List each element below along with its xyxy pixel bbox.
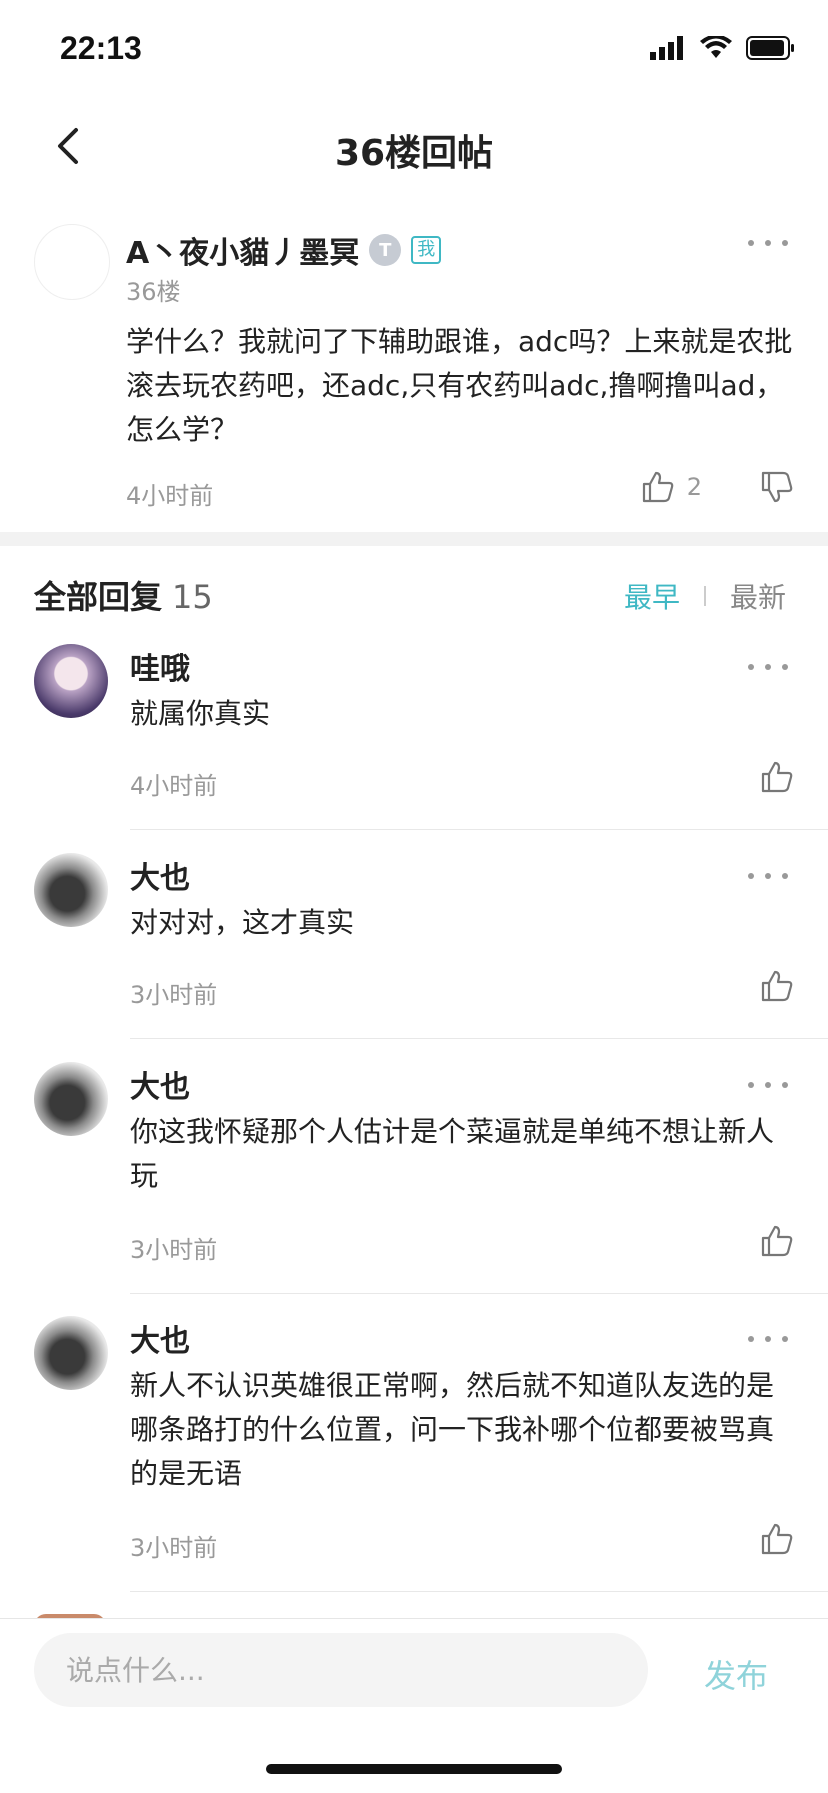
reply-author[interactable]: 哇哦 — [130, 644, 190, 688]
thumbs-up-icon — [761, 970, 793, 1002]
reply-author[interactable]: 大也 — [130, 1316, 190, 1360]
dot-icon — [765, 1082, 771, 1088]
more-options-button[interactable] — [748, 861, 788, 891]
reply-time: 4小时前 — [130, 772, 218, 800]
reply-author[interactable]: 大也 — [130, 853, 190, 897]
thumbs-down-icon — [761, 471, 793, 503]
avatar[interactable] — [34, 224, 110, 300]
more-options-button[interactable] — [748, 1324, 788, 1354]
like-button[interactable] — [760, 1224, 794, 1262]
replies-count: 15 — [172, 578, 213, 616]
reply-time: 3小时前 — [130, 1534, 218, 1562]
status-time: 22:13 — [60, 30, 142, 66]
sort-group: 最早 最新 — [624, 576, 786, 616]
author-row: A丶夜小貓丿墨冥 T 我 — [126, 228, 442, 272]
post-time: 4小时前 — [126, 482, 214, 510]
thumbs-up-icon — [761, 761, 793, 793]
dot-icon — [765, 240, 771, 246]
sort-earliest-tab[interactable]: 最早 — [624, 576, 680, 616]
dot-icon — [748, 240, 754, 246]
status-icons — [650, 36, 796, 60]
reply-content: 对对对，这才真实 — [130, 906, 355, 939]
author-name[interactable]: A丶夜小貓丿墨冥 — [126, 228, 359, 272]
like-button[interactable] — [760, 969, 794, 1007]
reply-item: 大也 对对对，这才真实 3小时前 — [0, 853, 828, 1039]
thumbs-up-icon — [761, 1225, 793, 1257]
reply-time: 3小时前 — [130, 1236, 218, 1264]
like-button[interactable] — [760, 760, 794, 798]
main-post: A丶夜小貓丿墨冥 T 我 36楼 学什么？我就问了下辅助跟谁，adc吗？上来就是… — [0, 216, 828, 532]
dot-icon — [765, 873, 771, 879]
dot-icon — [748, 873, 754, 879]
avatar[interactable] — [34, 644, 108, 718]
replies-title-label: 全部回复 — [34, 578, 163, 616]
reply-item: 大也 你这我怀疑那个人估计是个菜逼就是单纯不想让新人玩 3小时前 — [0, 1062, 828, 1294]
replies-title: 全部回复 15 — [34, 572, 213, 618]
floor-label: 36楼 — [126, 278, 181, 306]
like-button[interactable]: 2 — [641, 470, 702, 504]
dot-icon — [782, 1336, 788, 1342]
more-options-button[interactable] — [748, 1070, 788, 1100]
avatar[interactable] — [34, 853, 108, 927]
like-count: 2 — [686, 473, 702, 501]
reply-divider — [130, 1038, 828, 1039]
home-indicator[interactable] — [266, 1764, 562, 1774]
reply-divider — [130, 1293, 828, 1294]
reply-content: 你这我怀疑那个人估计是个菜逼就是单纯不想让新人玩 — [130, 1115, 775, 1192]
page-title: 36楼回帖 — [334, 133, 494, 174]
dot-icon — [782, 873, 788, 879]
level-badge: T — [369, 234, 402, 266]
dot-icon — [782, 664, 788, 670]
thumbs-up-icon — [761, 1523, 793, 1555]
reply-time: 3小时前 — [130, 981, 218, 1009]
reply-content: 就属你真实 — [130, 697, 271, 730]
nav-bar: 36楼回帖 — [0, 100, 828, 192]
signal-icon — [650, 36, 683, 60]
reply-divider — [130, 829, 828, 830]
dot-icon — [748, 664, 754, 670]
thumbs-up-icon — [642, 471, 674, 503]
reply-content: 新人不认识英雄很正常啊，然后就不知道队友选的是哪条路打的什么位置，问一下我补哪个… — [130, 1369, 775, 1490]
battery-icon — [746, 36, 794, 60]
dot-icon — [765, 1336, 771, 1342]
sort-separator — [703, 586, 706, 606]
me-badge: 我 — [411, 236, 442, 264]
reply-item: 哇哦 就属你真实 4小时前 — [0, 644, 828, 830]
dislike-button[interactable] — [760, 470, 794, 508]
replies-header: 全部回复 15 最早 最新 — [0, 572, 828, 620]
more-options-button[interactable] — [748, 228, 788, 258]
publish-button[interactable]: 发布 — [704, 1651, 768, 1697]
status-bar: 22:13 — [0, 0, 828, 100]
comment-input[interactable] — [34, 1633, 648, 1707]
more-options-button[interactable] — [748, 652, 788, 682]
like-button[interactable] — [760, 1522, 794, 1560]
section-divider — [0, 532, 828, 546]
sort-latest-tab[interactable]: 最新 — [730, 576, 786, 616]
reply-item: 大也 新人不认识英雄很正常啊，然后就不知道队友选的是哪条路打的什么位置，问一下我… — [0, 1316, 828, 1592]
dot-icon — [782, 240, 788, 246]
avatar[interactable] — [34, 1316, 108, 1390]
dot-icon — [748, 1082, 754, 1088]
avatar[interactable] — [34, 1062, 108, 1136]
dot-icon — [765, 664, 771, 670]
post-content: 学什么？我就问了下辅助跟谁，adc吗？上来就是农批滚去玩农药吧，还adc,只有农… — [126, 325, 793, 446]
dot-icon — [748, 1336, 754, 1342]
wifi-icon — [700, 36, 732, 58]
dot-icon — [782, 1082, 788, 1088]
reply-divider — [130, 1591, 828, 1592]
reply-author[interactable]: 大也 — [130, 1062, 190, 1106]
